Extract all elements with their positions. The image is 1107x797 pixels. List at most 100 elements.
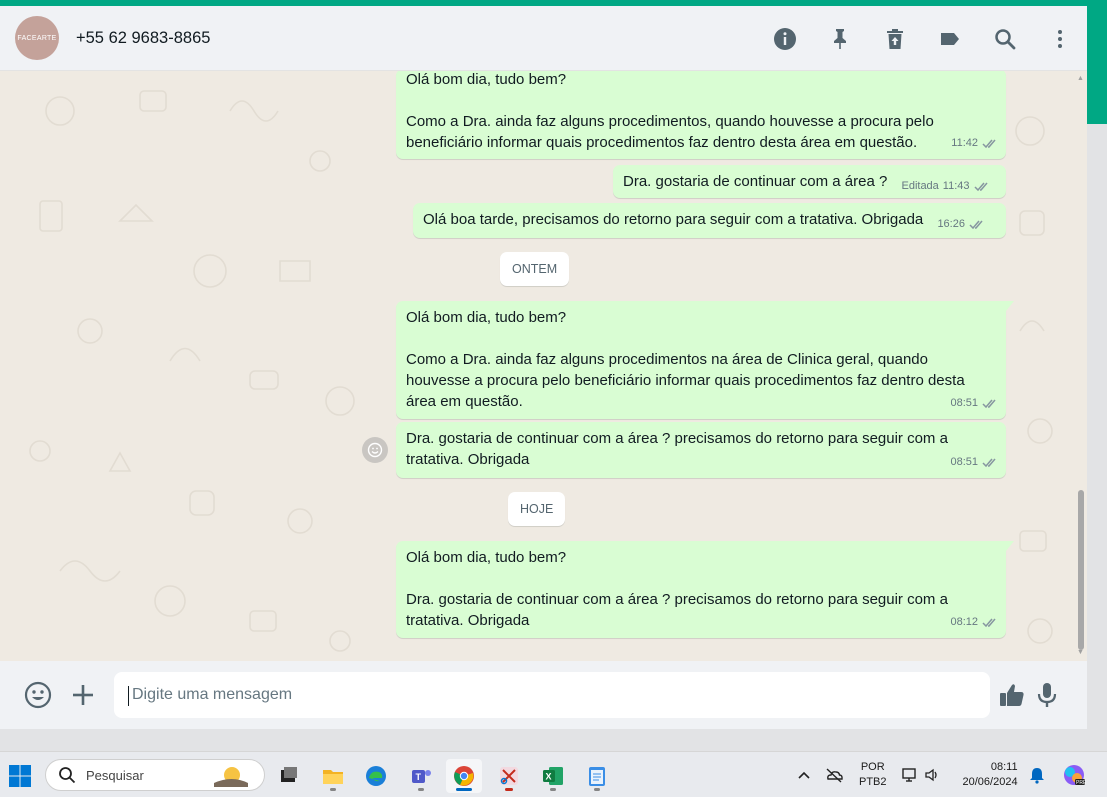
contact-avatar[interactable]: FACEARTE: [15, 16, 59, 60]
emoji-button[interactable]: [23, 680, 53, 710]
thumbs-up-icon: [1000, 684, 1024, 706]
double-check-icon: [982, 399, 996, 409]
message-meta: 11:42: [951, 133, 998, 154]
message-text: Dra. gostaria de continuar com a área ? …: [406, 430, 953, 468]
taskbar-app-excel[interactable]: X: [535, 759, 571, 793]
notepad-icon: [589, 767, 605, 786]
window-right-accent: [1087, 6, 1107, 124]
chat-panel[interactable]: ▲ ▼ Olá bom dia, tudo bem? Como a Dra. a…: [0, 71, 1087, 661]
double-check-icon: [982, 618, 996, 628]
chevron-up-icon[interactable]: [795, 766, 813, 784]
search-label: Pesquisar: [86, 767, 144, 783]
message-composer: [0, 661, 1087, 729]
taskbar-app-edge[interactable]: [358, 759, 394, 793]
taskbar-app-snipping[interactable]: [491, 759, 527, 793]
windows-taskbar: Pesquisar T X POR PTB2 08:11 20/06/2024 …: [0, 751, 1107, 797]
double-check-icon: [982, 458, 996, 468]
keyboard-layout: PTB2: [859, 776, 887, 788]
message-text: Olá bom dia, tudo bem? Como a Dra. ainda…: [406, 309, 965, 410]
taskbar-search[interactable]: Pesquisar: [45, 759, 265, 791]
taskbar-app-explorer[interactable]: [315, 759, 351, 793]
message-meta: Editada 11:43: [901, 176, 989, 197]
folder-icon: [323, 770, 343, 784]
menu-icon[interactable]: [1032, 19, 1087, 59]
message-meta: 08:12: [950, 612, 998, 633]
message-bubble[interactable]: Olá boa tarde, precisamos do retorno par…: [413, 203, 1006, 238]
message-time: 11:42: [951, 137, 978, 149]
svg-text:X: X: [546, 772, 552, 782]
clock-date: 20/06/2024: [962, 776, 1018, 788]
avatar-text: FACEARTE: [17, 34, 57, 42]
language-indicator[interactable]: POR PTB2: [859, 760, 887, 790]
message-bubble[interactable]: Olá bom dia, tudo bem? Dra. gostaria de …: [396, 541, 1014, 638]
date-chip-yesterday: ONTEM: [500, 252, 570, 286]
volume-icon[interactable]: [923, 766, 941, 784]
chrome-icon: [454, 766, 474, 786]
plus-icon: [73, 685, 93, 705]
pin-icon[interactable]: [812, 19, 867, 59]
thumbs-up-button[interactable]: [997, 680, 1027, 710]
search-icon[interactable]: [977, 19, 1032, 59]
chat-header: FACEARTE +55 62 9683-8865: [0, 6, 1087, 71]
voice-button[interactable]: [1032, 680, 1062, 710]
date-chip-today: HOJE: [508, 492, 566, 526]
teams-icon: T: [412, 770, 431, 783]
search-icon: [59, 767, 76, 784]
clock-time: 08:11: [990, 761, 1018, 773]
message-bubble[interactable]: Olá bom dia, tudo bem? Como a Dra. ainda…: [396, 71, 1006, 159]
search-highlight-icon: [214, 767, 248, 787]
system-tray: POR PTB2 08:11 20/06/2024 PRE: [795, 752, 1086, 797]
windows-start-icon[interactable]: [8, 764, 32, 788]
snipping-tool-icon: [500, 767, 518, 785]
edge-icon: [366, 766, 386, 786]
delete-icon[interactable]: [867, 19, 922, 59]
message-text: Olá bom dia, tudo bem? Como a Dra. ainda…: [406, 71, 934, 151]
message-time: 11:43: [942, 180, 970, 192]
svg-text:PRE: PRE: [1076, 780, 1086, 786]
taskbar-app-notepad[interactable]: [579, 759, 615, 793]
contact-name[interactable]: +55 62 9683-8865: [76, 29, 210, 48]
scroll-down-arrow[interactable]: ▼: [1077, 649, 1084, 656]
taskbar-app-teams[interactable]: T: [403, 759, 439, 793]
header-actions: [757, 6, 1087, 71]
emoji-icon: [367, 442, 383, 458]
message-time: 08:51: [950, 456, 978, 468]
window-bottom-edge: [0, 729, 1087, 751]
message-time: 08:51: [950, 397, 978, 409]
taskbar-app-taskview[interactable]: [270, 759, 306, 793]
double-check-icon: [973, 182, 988, 192]
microphone-icon: [1037, 683, 1057, 707]
onedrive-icon[interactable]: [825, 766, 843, 784]
message-time: 16:26: [937, 218, 965, 230]
clock[interactable]: 08:11 20/06/2024: [963, 760, 1018, 790]
info-icon[interactable]: [757, 19, 812, 59]
emoji-icon: [24, 681, 52, 709]
notification-bell-icon[interactable]: [1028, 766, 1046, 784]
message-text: Olá boa tarde, precisamos do retorno par…: [423, 211, 924, 228]
label-icon[interactable]: [922, 19, 977, 59]
message-input[interactable]: [114, 672, 990, 718]
excel-icon: X: [543, 767, 563, 785]
message-text: Olá bom dia, tudo bem? Dra. gostaria de …: [406, 549, 948, 629]
message-bubble[interactable]: Dra. gostaria de continuar com a área ? …: [613, 165, 1006, 198]
message-meta: 08:51: [950, 452, 998, 473]
svg-text:T: T: [416, 772, 422, 782]
window-right-edge: [1087, 124, 1107, 751]
double-check-icon: [969, 220, 983, 230]
message-bubble[interactable]: Olá bom dia, tudo bem? Como a Dra. ainda…: [396, 301, 1014, 419]
network-icon[interactable]: [901, 766, 919, 784]
task-view-icon: [281, 767, 297, 782]
scroll-up-arrow[interactable]: ▲: [1077, 75, 1084, 82]
text-caret: [128, 686, 129, 706]
taskbar-app-chrome[interactable]: [446, 759, 482, 793]
message-bubble[interactable]: Dra. gostaria de continuar com a área ? …: [396, 422, 1006, 478]
react-button[interactable]: [362, 437, 388, 463]
attach-button[interactable]: [68, 680, 98, 710]
message-text: Dra. gostaria de continuar com a área ?: [623, 173, 888, 190]
language-code: POR: [860, 761, 885, 773]
copilot-icon[interactable]: PRE: [1062, 763, 1086, 787]
chat-scrollbar[interactable]: [1078, 490, 1084, 650]
double-check-icon: [982, 139, 996, 149]
message-meta: 16:26: [937, 214, 985, 235]
edited-label: Editada: [901, 180, 939, 192]
